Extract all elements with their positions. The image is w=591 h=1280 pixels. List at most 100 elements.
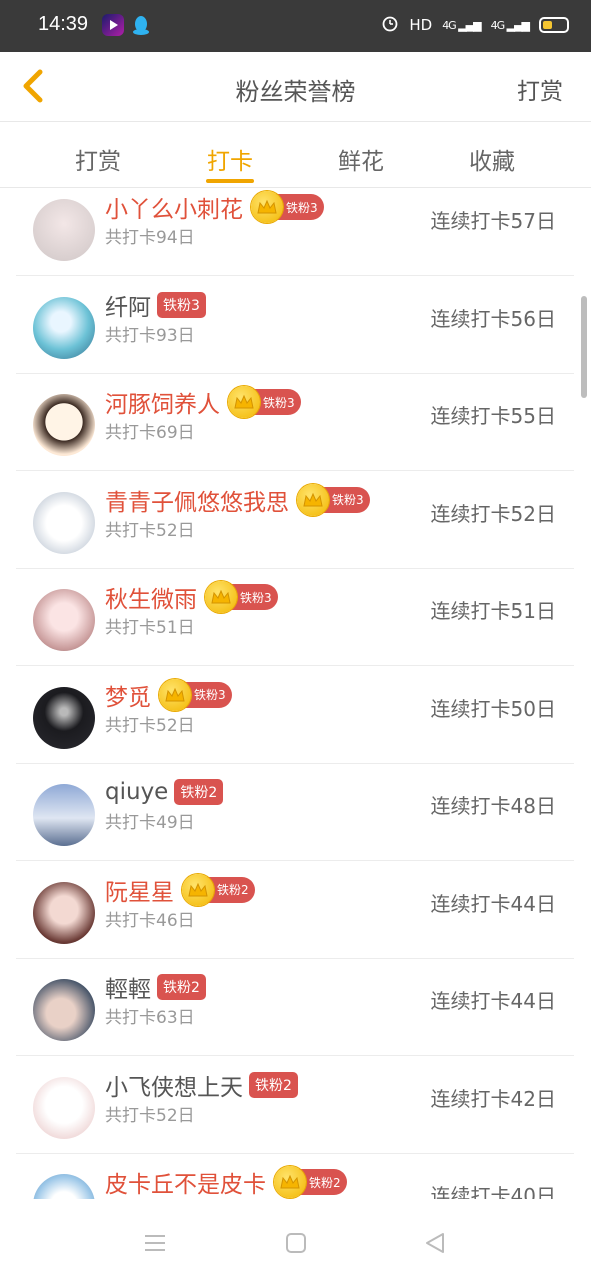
total-checkins: 共打卡52日	[105, 715, 195, 736]
qq-app-icon	[130, 14, 152, 36]
crown-icon	[159, 678, 191, 711]
status-time: 14:39	[38, 13, 89, 35]
fan-level-badge: 铁粉3	[251, 191, 324, 223]
avatar[interactable]	[33, 394, 95, 456]
name-line: 梦觅 铁粉3	[105, 678, 232, 712]
name-line: 秋生微雨 铁粉3	[105, 581, 278, 613]
crown-icon	[182, 873, 214, 906]
avatar[interactable]	[33, 881, 95, 944]
checkin-streak: 连续打卡52日	[430, 501, 556, 526]
menu-icon[interactable]	[142, 1230, 168, 1256]
crown-icon	[251, 191, 283, 223]
video-app-icon	[102, 14, 124, 36]
avatar[interactable]	[33, 296, 95, 359]
checkin-streak: 连续打卡44日	[430, 989, 556, 1013]
list-item[interactable]: 小丫么小刺花 铁粉3 共打卡94日 连续打卡57日	[16, 179, 574, 276]
crown-icon	[297, 483, 329, 516]
total-checkins: 共打卡46日	[105, 910, 195, 931]
reward-button[interactable]: 打赏	[517, 72, 563, 106]
crown-icon	[274, 1166, 306, 1198]
avatar[interactable]	[33, 1174, 95, 1199]
avatar[interactable]	[33, 1076, 95, 1139]
checkin-streak: 连续打卡57日	[430, 209, 556, 233]
status-bar: 14:39 HD 4G ▂▄▆ 4G ▂▄▆	[0, 0, 591, 52]
fan-list[interactable]: 小丫么小刺花 铁粉3 共打卡94日 连续打卡57日 纤阿 铁粉3 共打卡93日 …	[0, 179, 591, 1199]
hd-indicator: HD	[409, 16, 433, 34]
user-name[interactable]: 皮卡丘不是皮卡	[105, 1165, 266, 1199]
signal-4g-icon-2: 4G ▂▄▆	[490, 18, 530, 32]
name-line: 河豚饲养人 铁粉3	[105, 386, 301, 418]
user-name[interactable]: qiuye	[105, 779, 168, 805]
avatar[interactable]	[33, 491, 95, 554]
checkin-streak: 连续打卡56日	[430, 306, 556, 331]
checkin-streak: 连续打卡50日	[430, 696, 556, 721]
list-item[interactable]: 河豚饲养人 铁粉3 共打卡69日 连续打卡55日	[16, 374, 574, 471]
user-name[interactable]: 阮星星	[105, 873, 174, 907]
fan-level-badge: 铁粉2	[174, 779, 224, 805]
list-item[interactable]: 阮星星 铁粉2 共打卡46日 连续打卡44日	[16, 862, 574, 959]
status-indicators: HD 4G ▂▄▆ 4G ▂▄▆	[381, 14, 569, 36]
name-line: 阮星星 铁粉2	[105, 873, 255, 907]
tab-reward[interactable]: 打赏	[58, 142, 138, 176]
name-line: qiuye 铁粉2	[105, 776, 224, 808]
user-name[interactable]: 輕輕	[105, 970, 151, 1004]
signal-4g-icon: 4G ▂▄▆	[442, 18, 481, 32]
user-name[interactable]: 秋生微雨	[105, 580, 197, 614]
fan-level-badge: 铁粉3	[297, 483, 370, 516]
fan-level-badge: 铁粉2	[157, 974, 206, 1000]
name-line: 輕輕 铁粉2	[105, 971, 206, 1003]
avatar[interactable]	[33, 589, 95, 651]
list-item[interactable]: 梦觅 铁粉3 共打卡52日 连续打卡50日	[16, 667, 574, 764]
avatar[interactable]	[33, 784, 95, 846]
home-icon[interactable]	[283, 1230, 309, 1256]
checkin-streak: 连续打卡55日	[430, 404, 556, 428]
list-item[interactable]: 輕輕 铁粉2 共打卡63日 连续打卡44日	[16, 959, 574, 1056]
user-name[interactable]: 梦觅	[105, 678, 151, 712]
tab-checkin[interactable]: 打卡	[190, 142, 270, 176]
tab-flowers[interactable]: 鲜花	[321, 142, 401, 176]
name-line: 纤阿 铁粉3	[105, 289, 206, 321]
back-icon[interactable]	[422, 1230, 448, 1256]
user-name[interactable]: 小丫么小刺花	[105, 190, 243, 224]
list-item[interactable]: 小飞侠想上天 铁粉2 共打卡52日 连续打卡42日	[16, 1057, 574, 1154]
list-item[interactable]: 青青子佩悠悠我思 铁粉3 共打卡52日 连续打卡52日	[16, 472, 574, 569]
total-checkins: 共打卡93日	[105, 325, 195, 346]
total-checkins: 共打卡52日	[105, 1105, 195, 1126]
system-nav-bar	[0, 1208, 591, 1280]
user-name[interactable]: 河豚饲养人	[105, 385, 220, 419]
page-title: 粉丝荣誉榜	[235, 78, 356, 106]
fan-level-badge: 铁粉2	[274, 1166, 347, 1198]
tab-favorites[interactable]: 收藏	[452, 142, 532, 176]
name-line: 小丫么小刺花 铁粉3	[105, 191, 324, 223]
total-checkins: 共打卡94日	[105, 228, 195, 248]
total-checkins: 共打卡52日	[105, 520, 195, 541]
crown-icon	[228, 386, 260, 418]
total-checkins: 共打卡69日	[105, 423, 195, 443]
battery-icon	[539, 17, 569, 33]
avatar[interactable]	[33, 979, 95, 1041]
checkin-streak: 连续打卡44日	[430, 891, 556, 916]
list-item[interactable]: 纤阿 铁粉3 共打卡93日 连续打卡56日	[16, 277, 574, 374]
avatar[interactable]	[33, 686, 95, 749]
fan-level-badge: 铁粉3	[205, 581, 278, 613]
user-name[interactable]: 小飞侠想上天	[105, 1068, 243, 1102]
crown-icon	[205, 581, 237, 613]
name-line: 皮卡丘不是皮卡 铁粉2	[105, 1166, 347, 1198]
checkin-streak: 连续打卡42日	[430, 1086, 556, 1111]
fan-level-badge: 铁粉2	[249, 1071, 298, 1098]
list-item[interactable]: qiuye 铁粉2 共打卡49日 连续打卡48日	[16, 764, 574, 861]
checkin-streak: 连续打卡51日	[430, 599, 556, 623]
scrollbar[interactable]	[581, 296, 587, 398]
avatar[interactable]	[33, 199, 95, 261]
fan-level-badge: 铁粉3	[159, 678, 232, 711]
checkin-streak: 连续打卡40日	[430, 1184, 556, 1199]
total-checkins: 共打卡51日	[105, 618, 195, 638]
user-name[interactable]: 纤阿	[105, 288, 151, 322]
fan-level-badge: 铁粉3	[228, 386, 301, 418]
list-item[interactable]: 秋生微雨 铁粉3 共打卡51日 连续打卡51日	[16, 569, 574, 666]
name-line: 小飞侠想上天 铁粉2	[105, 1069, 298, 1101]
fan-level-badge: 铁粉2	[182, 873, 255, 906]
list-item[interactable]: 皮卡丘不是皮卡 铁粉2 连续打卡40日	[16, 1154, 574, 1199]
checkin-streak: 连续打卡48日	[430, 794, 556, 818]
user-name[interactable]: 青青子佩悠悠我思	[105, 483, 289, 517]
